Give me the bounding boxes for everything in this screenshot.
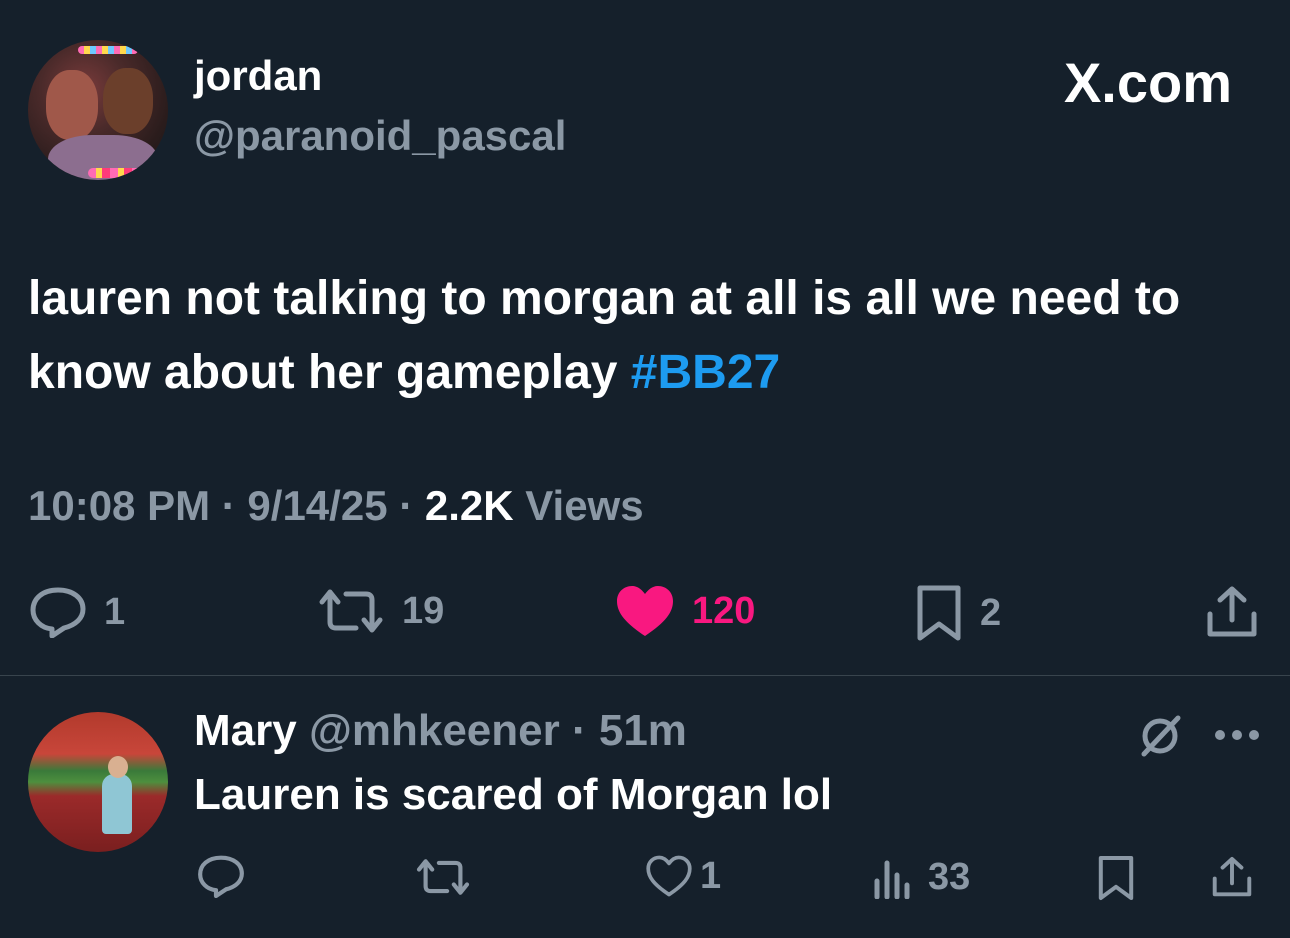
- retweet-count: 19: [402, 589, 445, 632]
- tweet-text-body: lauren not talking to morgan at all is a…: [28, 272, 1181, 399]
- reply-views-count: 33: [928, 856, 971, 898]
- author-handle[interactable]: @paranoid_pascal: [194, 112, 566, 160]
- hashtag-link[interactable]: #BB27: [631, 346, 780, 399]
- heart-icon: [617, 586, 673, 636]
- share-icon: [1212, 856, 1252, 897]
- grok-icon[interactable]: [1136, 712, 1184, 765]
- divider: [0, 675, 1290, 676]
- reply-share-button[interactable]: [1210, 854, 1254, 900]
- tweet-meta: 10:08 PM · 9/14/25 · 2.2K Views: [28, 482, 644, 529]
- retweet-icon: [416, 859, 470, 895]
- tweet-text: lauren not talking to morgan at all is a…: [28, 262, 1268, 410]
- retweet-button[interactable]: 19: [316, 586, 444, 636]
- reply-reply-button[interactable]: [196, 854, 246, 898]
- reply-bookmark-button[interactable]: [1096, 854, 1136, 902]
- reply-button[interactable]: 1: [28, 586, 125, 638]
- reply-like-button[interactable]: 1: [646, 854, 721, 898]
- bookmark-button[interactable]: 2: [914, 584, 1001, 642]
- reply-retweet-button[interactable]: [414, 856, 472, 898]
- more-dots-icon[interactable]: [1214, 728, 1260, 746]
- bookmark-count: 2: [980, 591, 1002, 634]
- reply-like-count: 1: [700, 854, 722, 897]
- share-button[interactable]: [1204, 584, 1260, 640]
- reply-header: Mary @mhkeener · 51m: [194, 706, 687, 755]
- like-button[interactable]: 120: [614, 582, 755, 640]
- reply-author-name[interactable]: Mary: [194, 706, 297, 755]
- retweet-icon: [319, 589, 383, 633]
- reply-count: 1: [104, 590, 126, 633]
- reply-author-avatar[interactable]: [28, 712, 168, 852]
- views-count[interactable]: 2.2K: [425, 482, 514, 529]
- author-name[interactable]: jordan: [194, 52, 322, 100]
- heart-icon: [646, 855, 692, 897]
- site-label: X.com: [1063, 51, 1232, 114]
- bar-chart-icon: [874, 860, 910, 899]
- tweet-time[interactable]: 10:08 PM: [28, 482, 210, 529]
- tweet-date[interactable]: 9/14/25: [247, 482, 387, 529]
- bookmark-icon: [917, 585, 961, 641]
- author-avatar[interactable]: [28, 40, 168, 180]
- reply-views-button[interactable]: 33: [872, 856, 970, 899]
- views-label: Views: [513, 482, 644, 529]
- reply-text: Lauren is scared of Morgan lol: [194, 770, 833, 819]
- reply-time[interactable]: 51m: [599, 706, 687, 755]
- speech-bubble-icon: [30, 587, 86, 638]
- share-icon: [1207, 586, 1257, 637]
- like-count: 120: [692, 589, 756, 632]
- reply-author-handle[interactable]: @mhkeener: [309, 706, 560, 755]
- speech-bubble-icon: [198, 855, 244, 898]
- bookmark-icon: [1098, 856, 1134, 900]
